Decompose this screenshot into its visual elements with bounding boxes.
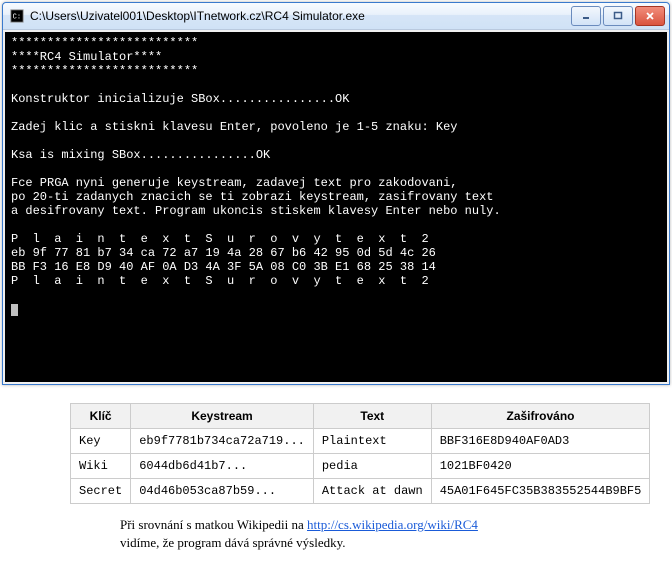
app-icon: C: (9, 8, 25, 24)
comparison-section: Klíč Keystream Text Zašifrováno Key eb9f… (0, 385, 672, 561)
console-line: Konstruktor inicializuje SBox...........… (11, 92, 349, 106)
cursor-icon (11, 304, 18, 316)
console-line: P l a i n t e x t S u r o v y t e x t 2 (11, 274, 429, 288)
maximize-button[interactable] (603, 6, 633, 26)
console-line: a desifrovany text. Program ukoncis stis… (11, 204, 501, 218)
window-title: C:\Users\Uzivatel001\Desktop\ITnetwork.c… (30, 9, 571, 23)
col-keystream: Keystream (131, 404, 314, 429)
col-cipher: Zašifrováno (431, 404, 650, 429)
table-row: Secret 04d46b053ca87b59... Attack at daw… (71, 479, 650, 504)
wikipedia-link[interactable]: http://cs.wikipedia.org/wiki/RC4 (307, 517, 478, 532)
titlebar[interactable]: C: C:\Users\Uzivatel001\Desktop\ITnetwor… (3, 3, 669, 30)
console-line: Zadej klic a stiskni klavesu Enter, povo… (11, 120, 457, 134)
minimize-button[interactable] (571, 6, 601, 26)
caption-part1: Při srovnání s matkou Wikipedii na (120, 517, 307, 532)
cell-key: Secret (71, 479, 131, 504)
results-table: Klíč Keystream Text Zašifrováno Key eb9f… (70, 403, 650, 504)
col-text: Text (313, 404, 431, 429)
cell-keystream: 04d46b053ca87b59... (131, 479, 314, 504)
window-controls (571, 6, 665, 26)
console-line: Fce PRGA nyni generuje keystream, zadave… (11, 176, 457, 190)
close-button[interactable] (635, 6, 665, 26)
svg-text:C:: C: (13, 14, 21, 22)
caption-part2: vidíme, že program dává správné výsledky… (120, 535, 346, 550)
table-row: Wiki 6044db6d41b7... pedia 1021BF0420 (71, 454, 650, 479)
cell-text: pedia (313, 454, 431, 479)
console-output[interactable]: ************************** ****RC4 Simul… (5, 32, 667, 382)
cell-keystream: eb9f7781b734ca72a719... (131, 429, 314, 454)
console-line: P l a i n t e x t S u r o v y t e x t 2 (11, 232, 429, 246)
cell-cipher: 45A01F645FC35B383552544B9BF5 (431, 479, 650, 504)
cell-text: Attack at dawn (313, 479, 431, 504)
col-key: Klíč (71, 404, 131, 429)
console-line: po 20-ti zadanych znacich se ti zobrazi … (11, 190, 493, 204)
cell-key: Wiki (71, 454, 131, 479)
console-frame: ************************** ****RC4 Simul… (3, 30, 669, 384)
console-line: ****RC4 Simulator**** (11, 50, 162, 64)
console-line: ************************** (11, 64, 198, 78)
cell-text: Plaintext (313, 429, 431, 454)
cell-key: Key (71, 429, 131, 454)
app-window: C: C:\Users\Uzivatel001\Desktop\ITnetwor… (2, 2, 670, 385)
console-line: eb 9f 77 81 b7 34 ca 72 a7 19 4a 28 67 b… (11, 246, 436, 260)
cell-keystream: 6044db6d41b7... (131, 454, 314, 479)
console-line: ************************** (11, 36, 198, 50)
table-header-row: Klíč Keystream Text Zašifrováno (71, 404, 650, 429)
caption-text: Při srovnání s matkou Wikipedii na http:… (120, 516, 632, 551)
cell-cipher: BBF316E8D940AF0AD3 (431, 429, 650, 454)
console-line: BB F3 16 E8 D9 40 AF 0A D3 4A 3F 5A 08 C… (11, 260, 436, 274)
cell-cipher: 1021BF0420 (431, 454, 650, 479)
table-row: Key eb9f7781b734ca72a719... Plaintext BB… (71, 429, 650, 454)
console-line: Ksa is mixing SBox................OK (11, 148, 270, 162)
